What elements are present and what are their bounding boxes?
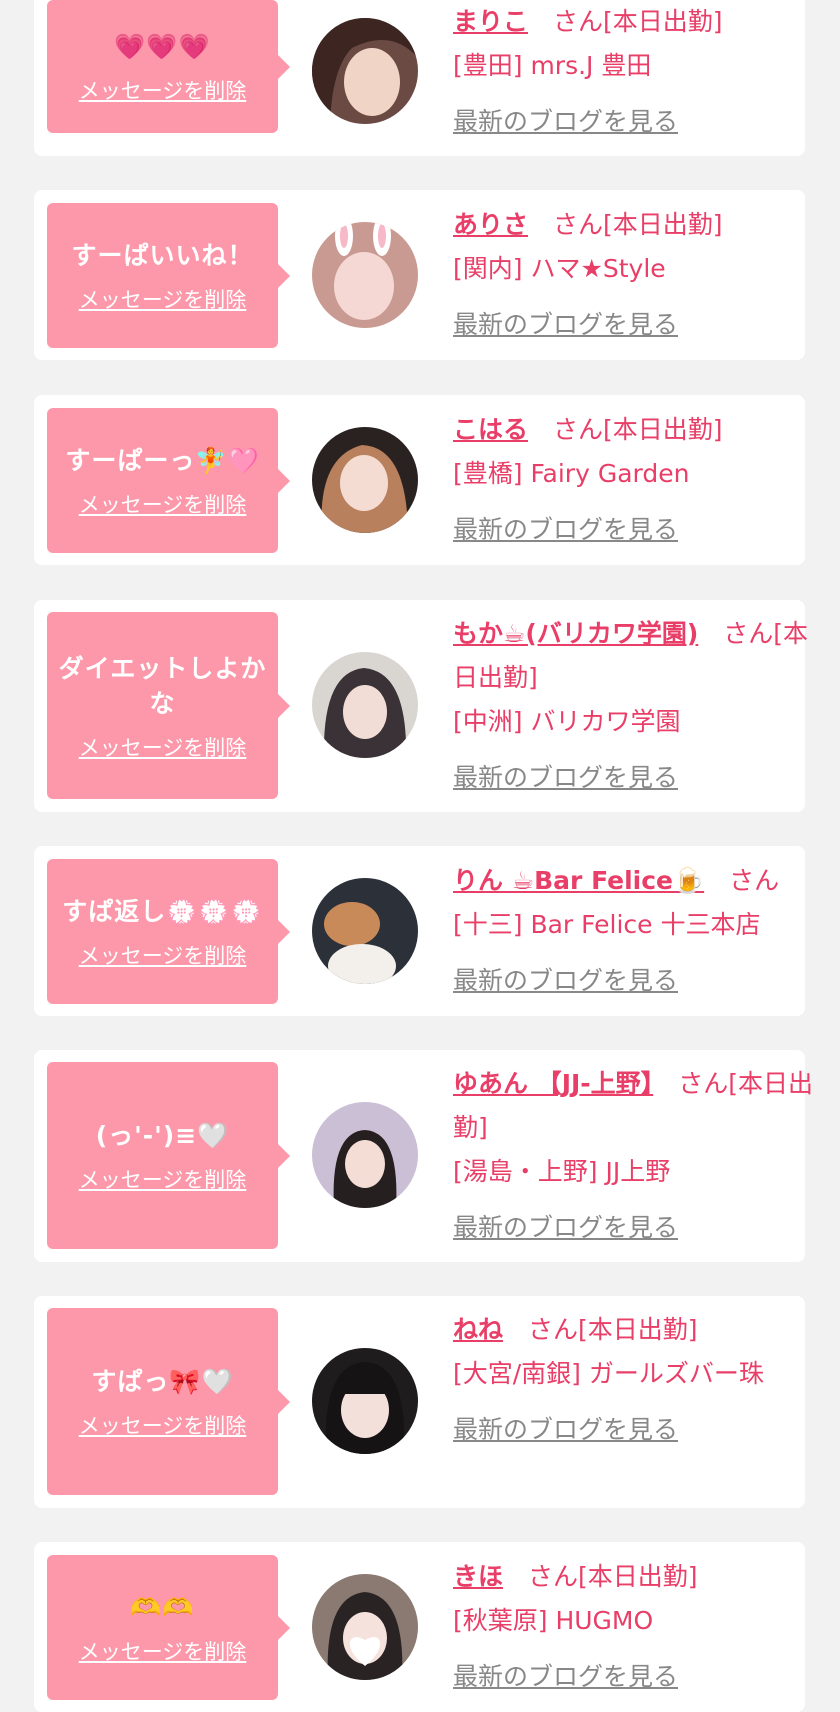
list-item: すーぱいいね！ メッセージを削除 ありさ さん[本日出勤] [関内] ハマ★St…	[34, 190, 805, 360]
shop-name: [秋葉原] HUGMO	[453, 1606, 654, 1635]
cast-name-link[interactable]: きほ	[453, 1562, 503, 1591]
message-text: すぱっ🎀🤍	[91, 1367, 234, 1396]
shop-name: [中洲] バリカワ学園	[453, 707, 681, 736]
delete-message-link[interactable]: メッセージを削除	[79, 492, 247, 518]
delete-message-link[interactable]: メッセージを削除	[79, 735, 247, 761]
latest-blog-link[interactable]: 最新のブログを見る	[453, 1655, 678, 1699]
avatar[interactable]	[312, 1102, 418, 1208]
avatar[interactable]	[312, 427, 418, 533]
delete-message-link[interactable]: メッセージを削除	[79, 78, 247, 104]
message-bubble: すーぱーっ🧚🩷 メッセージを削除	[47, 408, 290, 553]
cast-info: ねね さん[本日出勤] [大宮/南銀] ガールズバー珠 最新のブログを見る	[453, 1308, 833, 1452]
message-bubble: すぱっ🎀🤍 メッセージを削除	[47, 1308, 290, 1495]
latest-blog-link[interactable]: 最新のブログを見る	[453, 508, 678, 552]
list-item: ダイエットしよかな メッセージを削除 もか☕(バリカワ学園) さん[本日出勤] …	[34, 600, 808, 812]
latest-blog-link[interactable]: 最新のブログを見る	[453, 959, 678, 1003]
shop-name: [十三] Bar Felice 十三本店	[453, 910, 761, 939]
message-text: 💗💗💗	[114, 32, 211, 61]
cast-info: きほ さん[本日出勤] [秋葉原] HUGMO 最新のブログを見る	[453, 1555, 833, 1699]
avatar[interactable]	[312, 1348, 418, 1454]
list-item: (っ'-')≡🤍 メッセージを削除 ゆあん 【JJ-上野】 さん[本日出勤] […	[34, 1050, 813, 1262]
message-text: 🫶🫶	[130, 1593, 195, 1622]
cast-name-link[interactable]: ねね	[453, 1315, 503, 1344]
latest-blog-link[interactable]: 最新のブログを見る	[453, 100, 678, 144]
message-text: (っ'-')≡🤍	[95, 1121, 230, 1150]
avatar[interactable]	[312, 222, 418, 328]
cast-info: りん ☕Bar Felice🍺 さん [十三] Bar Felice 十三本店 …	[453, 859, 833, 1003]
list-item: すーぱーっ🧚🩷 メッセージを削除 こはる さん[本日出勤] [豊橋] Fairy…	[34, 395, 805, 565]
avatar[interactable]	[312, 18, 418, 124]
shop-name: [大宮/南銀] ガールズバー珠	[453, 1359, 764, 1388]
message-bubble: すーぱいいね！ メッセージを削除	[47, 203, 290, 348]
cast-status: さん	[729, 866, 780, 895]
avatar[interactable]	[312, 652, 418, 758]
latest-blog-link[interactable]: 最新のブログを見る	[453, 303, 678, 347]
message-bubble: (っ'-')≡🤍 メッセージを削除	[47, 1062, 290, 1249]
message-text: すーぱーっ🧚🩷	[65, 446, 260, 475]
list-item: すぱ返し💮💮💮 メッセージを削除 りん ☕Bar Felice🍺 さん [十三]…	[34, 846, 805, 1016]
message-text: すぱ返し💮💮💮	[62, 897, 263, 926]
message-bubble: 💗💗💗 メッセージを削除	[47, 0, 290, 133]
delete-message-link[interactable]: メッセージを削除	[79, 287, 247, 313]
delete-message-link[interactable]: メッセージを削除	[79, 1639, 247, 1665]
cast-name-link[interactable]: りん ☕Bar Felice🍺	[453, 866, 704, 895]
cast-status: さん[本日出勤]	[553, 415, 723, 444]
latest-blog-link[interactable]: 最新のブログを見る	[453, 1206, 678, 1250]
cast-status: さん[本日出勤]	[528, 1315, 698, 1344]
shop-name: [関内] ハマ★Style	[453, 254, 666, 283]
message-bubble: ダイエットしよかな メッセージを削除	[47, 612, 290, 799]
cast-name-link[interactable]: まりこ	[453, 7, 528, 36]
cast-status: さん[本日出勤]	[528, 1562, 698, 1591]
cast-name-link[interactable]: もか☕(バリカワ学園)	[453, 619, 698, 648]
latest-blog-link[interactable]: 最新のブログを見る	[453, 1408, 678, 1452]
cast-info: もか☕(バリカワ学園) さん[本日出勤] [中洲] バリカワ学園 最新のブログを…	[453, 612, 833, 800]
latest-blog-link[interactable]: 最新のブログを見る	[453, 756, 678, 800]
message-bubble: 🫶🫶 メッセージを削除	[47, 1555, 290, 1700]
list-item: 🫶🫶 メッセージを削除 きほ さん[本日出勤] [秋葉原] HUGMO 最新のブ…	[34, 1542, 805, 1712]
cast-status: さん[本日出勤]	[553, 7, 723, 36]
list-item: 💗💗💗 メッセージを削除 まりこ さん[本日出勤] [豊田] mrs.J 豊田 …	[34, 0, 805, 156]
delete-message-link[interactable]: メッセージを削除	[79, 1167, 247, 1193]
delete-message-link[interactable]: メッセージを削除	[79, 943, 247, 969]
message-text: すーぱいいね！	[71, 241, 254, 270]
cast-info: ありさ さん[本日出勤] [関内] ハマ★Style 最新のブログを見る	[453, 203, 833, 347]
message-text: ダイエットしよかな	[58, 653, 267, 718]
list-item: すぱっ🎀🤍 メッセージを削除 ねね さん[本日出勤] [大宮/南銀] ガールズバ…	[34, 1296, 805, 1508]
shop-name: [湯島・上野] JJ上野	[453, 1157, 671, 1186]
shop-name: [豊橋] Fairy Garden	[453, 459, 690, 488]
cast-name-link[interactable]: こはる	[453, 415, 528, 444]
shop-name: [豊田] mrs.J 豊田	[453, 51, 652, 80]
cast-info: ゆあん 【JJ-上野】 さん[本日出勤] [湯島・上野] JJ上野 最新のブログ…	[453, 1062, 833, 1250]
message-bubble: すぱ返し💮💮💮 メッセージを削除	[47, 859, 290, 1004]
avatar[interactable]	[312, 878, 418, 984]
delete-message-link[interactable]: メッセージを削除	[79, 1413, 247, 1439]
cast-info: こはる さん[本日出勤] [豊橋] Fairy Garden 最新のブログを見る	[453, 408, 833, 552]
avatar[interactable]	[312, 1574, 418, 1680]
cast-name-link[interactable]: ありさ	[453, 210, 528, 239]
cast-info: まりこ さん[本日出勤] [豊田] mrs.J 豊田 最新のブログを見る	[453, 0, 833, 144]
cast-name-link[interactable]: ゆあん 【JJ-上野】	[453, 1069, 653, 1098]
cast-status: さん[本日出勤]	[553, 210, 723, 239]
